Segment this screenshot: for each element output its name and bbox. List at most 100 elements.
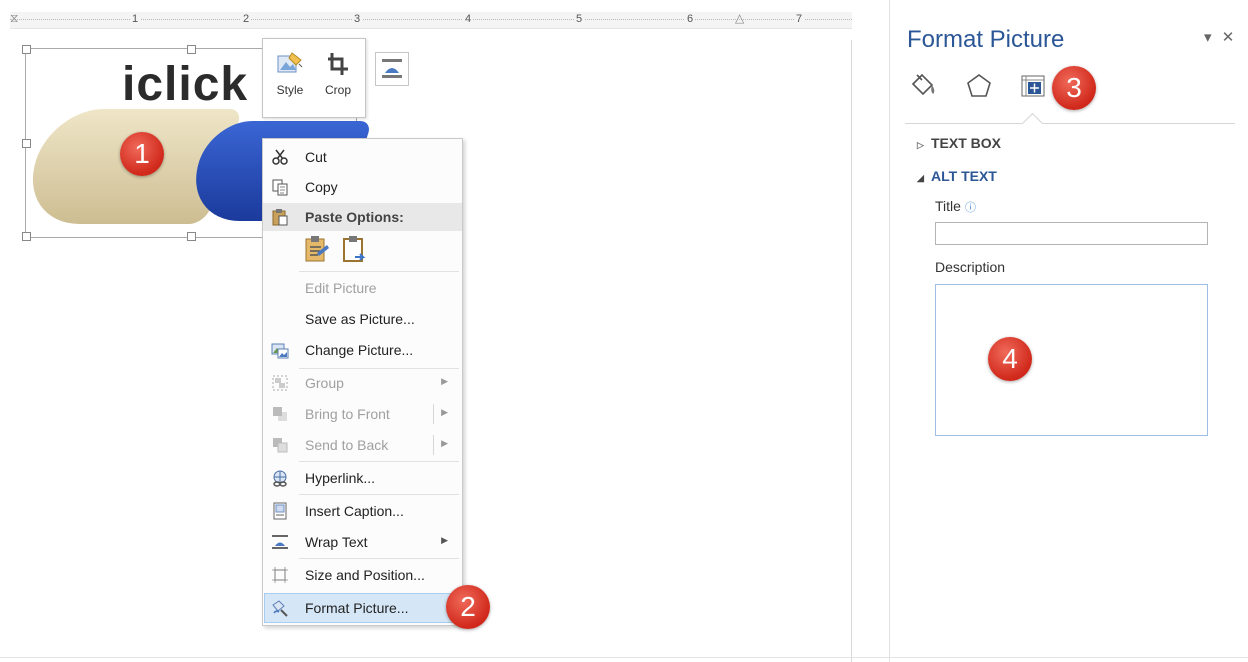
pentagon-icon xyxy=(967,74,991,97)
ruler-number: 2 xyxy=(241,13,252,25)
menu-separator xyxy=(299,461,459,462)
tab-layout-properties[interactable] xyxy=(1017,70,1049,102)
section-alt-text[interactable]: ◢ ALT TEXT xyxy=(917,168,997,184)
section-label: TEXT BOX xyxy=(931,135,1002,151)
menu-item-wrap-text[interactable]: Wrap Text ▶ xyxy=(263,528,462,556)
tab-effects[interactable] xyxy=(963,70,995,102)
resize-handle[interactable] xyxy=(22,232,31,241)
copy-icon xyxy=(272,179,288,196)
menu-item-label: Change Picture... xyxy=(305,342,414,358)
menu-item-label: Wrap Text xyxy=(305,534,368,550)
menu-item-cut[interactable]: Cut xyxy=(263,143,462,171)
ruler-number: 4 xyxy=(463,13,474,25)
clipboard-icon xyxy=(272,209,288,226)
step-badge-1: 1 xyxy=(120,132,164,176)
menu-item-insert-caption[interactable]: Insert Caption... xyxy=(263,497,462,525)
menu-item-format-picture[interactable]: Format Picture... xyxy=(263,594,462,622)
menu-item-save-as-picture[interactable]: Save as Picture... xyxy=(263,305,462,333)
horizontal-ruler[interactable]: ⧖ 1 2 3 4 5 6 △ 7 xyxy=(10,11,852,29)
crop-button[interactable]: Crop xyxy=(313,39,363,117)
description-label: Description xyxy=(935,259,1006,275)
resize-handle[interactable] xyxy=(187,45,196,54)
hyperlink-globe-icon xyxy=(273,470,287,487)
pane-options-icon[interactable]: ▾ xyxy=(1204,29,1212,46)
split-divider xyxy=(433,404,434,424)
paste-as-picture-icon[interactable] xyxy=(341,235,369,265)
split-divider xyxy=(433,435,434,455)
ruler-number: 6 xyxy=(685,13,696,25)
pane-divider xyxy=(905,123,1235,124)
layout-properties-icon xyxy=(1021,75,1045,97)
group-icon xyxy=(272,375,288,391)
collapse-triangle-icon: ◢ xyxy=(917,173,924,183)
bottom-border xyxy=(0,657,1248,658)
menu-item-send-to-back: Send to Back ▶ xyxy=(263,431,462,459)
resize-handle[interactable] xyxy=(187,232,196,241)
menu-item-label: Edit Picture xyxy=(305,280,377,296)
paste-options-row: Paste Options: xyxy=(263,203,462,231)
submenu-arrow-icon: ▶ xyxy=(441,438,448,448)
expand-triangle-icon: ▷ xyxy=(917,140,924,150)
pane-border xyxy=(889,0,890,662)
menu-item-label: Group xyxy=(305,375,344,391)
context-menu: Cut Copy Paste Options: Edit Picture Sav… xyxy=(262,138,463,626)
submenu-arrow-icon: ▶ xyxy=(441,376,448,386)
menu-item-label: Hyperlink... xyxy=(305,470,376,486)
iclicker-logo: iclick xyxy=(122,58,249,111)
menu-item-label: Insert Caption... xyxy=(305,503,404,519)
picture-style-icon xyxy=(277,52,303,73)
step-badge-4: 4 xyxy=(988,337,1032,381)
section-text-box[interactable]: ▷ TEXT BOX xyxy=(917,135,1001,151)
step-badge-2: 2 xyxy=(446,585,490,629)
menu-item-label: Paste Options: xyxy=(305,209,404,225)
layout-options-button[interactable] xyxy=(375,52,409,86)
pane-title: Format Picture xyxy=(907,26,1065,53)
scroll-gutter xyxy=(852,0,890,662)
scissors-icon xyxy=(272,149,288,165)
paste-options-header: Paste Options: xyxy=(263,203,462,231)
crop-label: Crop xyxy=(324,83,351,97)
menu-item-edit-picture: Edit Picture xyxy=(263,274,462,302)
menu-item-size-and-position[interactable]: Size and Position... xyxy=(263,561,462,589)
layout-options-icon xyxy=(382,59,402,78)
ruler-number: 1 xyxy=(130,13,141,25)
menu-item-label: Format Picture... xyxy=(305,600,409,616)
step-badge-3: 3 xyxy=(1052,66,1096,110)
indent-marker[interactable]: ⧖ xyxy=(10,11,18,26)
ruler-number: 5 xyxy=(574,13,585,25)
menu-item-label: Send to Back xyxy=(305,437,389,453)
style-button[interactable]: Style xyxy=(265,39,315,117)
title-label: Title ⓘ xyxy=(935,198,976,215)
document-area: ⧖ 1 2 3 4 5 6 △ 7 iclick Style Crop 1 Cu… xyxy=(0,0,852,662)
active-tab-indicator xyxy=(1021,112,1044,135)
send-to-back-icon xyxy=(273,438,288,453)
paste-keep-formatting-icon[interactable] xyxy=(303,235,331,265)
description-textarea[interactable] xyxy=(935,284,1208,436)
bring-to-front-icon xyxy=(273,407,287,421)
resize-handle[interactable] xyxy=(22,139,31,148)
menu-separator xyxy=(299,271,459,272)
section-label: ALT TEXT xyxy=(931,168,997,184)
info-icon[interactable]: ⓘ xyxy=(965,202,976,214)
menu-item-copy[interactable]: Copy xyxy=(263,173,462,201)
crop-icon xyxy=(328,53,348,75)
pane-controls: ▾ ✕ xyxy=(1198,28,1234,46)
menu-item-label: Size and Position... xyxy=(305,567,425,583)
menu-item-label: Cut xyxy=(305,149,327,165)
right-indent-marker[interactable]: △ xyxy=(735,11,744,25)
submenu-arrow-icon: ▶ xyxy=(441,407,448,417)
menu-separator xyxy=(299,558,459,559)
wrap-text-icon xyxy=(272,535,288,549)
title-label-text: Title xyxy=(935,198,961,214)
menu-item-hyperlink[interactable]: Hyperlink... xyxy=(263,464,462,492)
tab-fill-line[interactable] xyxy=(907,70,939,102)
size-position-icon xyxy=(272,567,288,583)
close-icon[interactable]: ✕ xyxy=(1222,29,1235,46)
mini-toolbar: Style Crop xyxy=(262,38,366,118)
resize-handle[interactable] xyxy=(22,45,31,54)
title-input[interactable] xyxy=(935,222,1208,245)
ruler-number: 3 xyxy=(352,13,363,25)
menu-item-change-picture[interactable]: Change Picture... xyxy=(263,336,462,364)
ruler-number: 7 xyxy=(794,13,805,25)
menu-item-group: Group ▶ xyxy=(263,369,462,397)
